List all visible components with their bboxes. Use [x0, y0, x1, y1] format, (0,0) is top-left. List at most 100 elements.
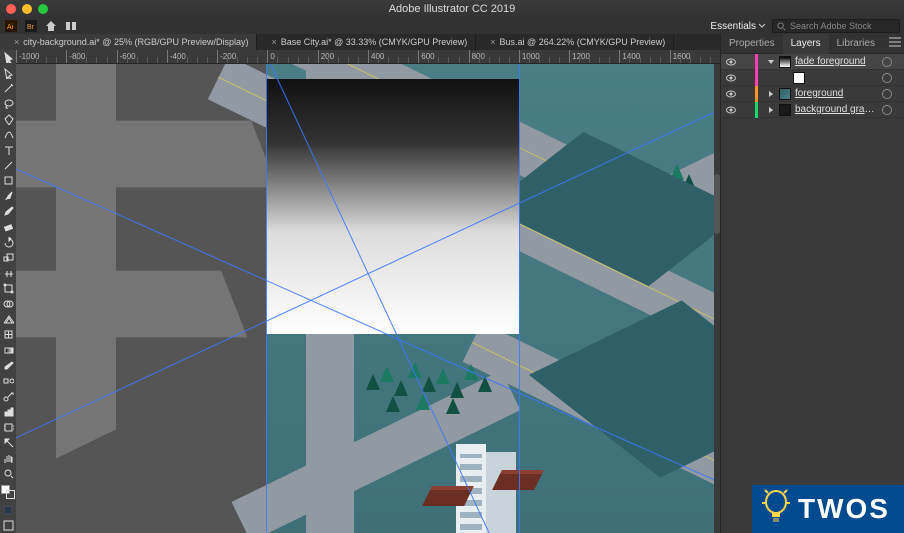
layer-disclosure-triangle[interactable]: [780, 73, 789, 82]
layer-disclosure-triangle[interactable]: [766, 57, 775, 66]
eraser-tool[interactable]: [0, 219, 16, 234]
shape-builder-tool[interactable]: [0, 296, 16, 311]
vertical-guide[interactable]: [266, 64, 267, 533]
hamburger-icon: [889, 37, 901, 47]
illustrator-logo-icon: Ai: [4, 19, 18, 33]
layer-visibility-toggle[interactable]: [725, 88, 737, 100]
layer-target-icon[interactable]: [882, 89, 892, 99]
svg-text:Br: Br: [27, 24, 35, 31]
tab-close-icon[interactable]: ×: [271, 37, 276, 47]
layer-thumbnail: [779, 104, 791, 116]
perspective-grid-tool[interactable]: [0, 312, 16, 327]
pencil-tool[interactable]: [0, 204, 16, 219]
panel-tab-libraries[interactable]: Libraries: [829, 34, 883, 54]
bridge-icon[interactable]: Br: [24, 19, 38, 33]
bus-shelter: [422, 490, 472, 506]
panel-tab-layers[interactable]: Layers: [783, 34, 829, 54]
panel-tabstrip: Properties Layers Libraries: [721, 34, 904, 54]
search-placeholder: Search Adobe Stock: [790, 21, 872, 31]
curvature-tool[interactable]: [0, 127, 16, 142]
document-tab-label: Bus.ai @ 264.22% (CMYK/GPU Preview): [500, 37, 666, 47]
tools-panel: [0, 50, 16, 533]
width-tool[interactable]: [0, 265, 16, 280]
layer-target-icon[interactable]: [882, 57, 892, 67]
ruler-tick: 600: [418, 50, 434, 64]
symbol-sprayer-tool[interactable]: [0, 389, 16, 404]
artboard: [266, 64, 720, 533]
chevron-down-icon: [758, 22, 766, 30]
app-title: Adobe Illustrator CC 2019: [0, 3, 904, 15]
layers-panel: fade foreground foreground background grad…: [721, 54, 904, 118]
layer-color-strip: [755, 70, 758, 86]
mesh-tool[interactable]: [0, 327, 16, 342]
document-canvas[interactable]: [16, 64, 720, 533]
watermark-badge: TWOS: [752, 485, 904, 533]
layer-thumbnail: [779, 88, 791, 100]
layer-visibility-toggle[interactable]: [725, 104, 737, 116]
layer-thumbnail: [779, 56, 791, 68]
blend-tool[interactable]: [0, 373, 16, 388]
hand-tool[interactable]: [0, 450, 16, 465]
scale-tool[interactable]: [0, 250, 16, 265]
layer-row[interactable]: background gradient: [721, 102, 904, 118]
panel-menu-icon[interactable]: [883, 37, 904, 50]
layer-disclosure-triangle[interactable]: [766, 89, 775, 98]
color-mode[interactable]: [0, 502, 16, 517]
layer-color-strip: [755, 102, 758, 118]
line-segment-tool[interactable]: [0, 158, 16, 173]
layer-thumbnail: [793, 72, 805, 84]
bus-shelter: [492, 474, 542, 490]
search-icon: [777, 22, 786, 31]
workspace-switcher[interactable]: Essentials: [710, 21, 766, 32]
layer-target-icon[interactable]: [882, 73, 892, 83]
menubar-right-cluster: Essentials Search Adobe Stock: [710, 18, 900, 34]
document-tab[interactable]: × city-background.ai* @ 25% (RGB/GPU Pre…: [0, 34, 257, 50]
pen-tool[interactable]: [0, 112, 16, 127]
layer-row[interactable]: fade foreground: [721, 54, 904, 70]
layer-name[interactable]: fade foreground: [795, 56, 878, 67]
layer-name[interactable]: foreground: [795, 88, 878, 99]
right-panel-column: Properties Layers Libraries fade foregro…: [720, 34, 904, 533]
ruler-tick: 800: [469, 50, 485, 64]
selection-tool[interactable]: [0, 50, 16, 65]
window-titlebar: Adobe Illustrator CC 2019: [0, 0, 904, 18]
document-tab[interactable]: × Base City.ai* @ 33.33% (CMYK/GPU Previ…: [257, 34, 476, 50]
tab-close-icon[interactable]: ×: [490, 37, 495, 47]
artboard-tool[interactable]: [0, 419, 16, 434]
horizontal-ruler[interactable]: -1000-800-600-400-2000200400600800100012…: [16, 50, 720, 64]
layer-row[interactable]: foreground: [721, 86, 904, 102]
free-transform-tool[interactable]: [0, 281, 16, 296]
search-adobe-stock-input[interactable]: Search Adobe Stock: [772, 19, 900, 33]
type-tool[interactable]: [0, 142, 16, 157]
rectangle-tool[interactable]: [0, 173, 16, 188]
tab-close-icon[interactable]: ×: [14, 37, 19, 47]
document-tab[interactable]: × Bus.ai @ 264.22% (CMYK/GPU Preview): [476, 34, 674, 50]
workspace-label: Essentials: [710, 21, 756, 32]
layer-row[interactable]: [721, 70, 904, 86]
layer-visibility-toggle[interactable]: [725, 72, 737, 84]
gradient-tool[interactable]: [0, 342, 16, 357]
paintbrush-tool[interactable]: [0, 189, 16, 204]
slice-tool[interactable]: [0, 435, 16, 450]
rotate-tool[interactable]: [0, 235, 16, 250]
layer-name[interactable]: background gradient: [795, 104, 878, 115]
screen-mode[interactable]: [0, 518, 16, 533]
eyedropper-tool[interactable]: [0, 358, 16, 373]
ruler-tick: 200: [318, 50, 334, 64]
layer-target-icon[interactable]: [882, 105, 892, 115]
arrange-documents-icon[interactable]: [64, 19, 78, 33]
zoom-tool[interactable]: [0, 466, 16, 481]
direct-selection-tool[interactable]: [0, 65, 16, 80]
lasso-tool[interactable]: [0, 96, 16, 111]
vertical-guide[interactable]: [519, 64, 520, 533]
column-graph-tool[interactable]: [0, 404, 16, 419]
fill-stroke-swatches[interactable]: [0, 481, 16, 502]
panel-tab-properties[interactable]: Properties: [721, 34, 783, 54]
layer-visibility-toggle[interactable]: [725, 56, 737, 68]
magic-wand-tool[interactable]: [0, 81, 16, 96]
home-icon[interactable]: [44, 19, 58, 33]
layer-color-strip: [755, 86, 758, 102]
ruler-tick: 400: [368, 50, 384, 64]
document-tab-label: city-background.ai* @ 25% (RGB/GPU Previ…: [23, 37, 248, 47]
layer-disclosure-triangle[interactable]: [766, 105, 775, 114]
